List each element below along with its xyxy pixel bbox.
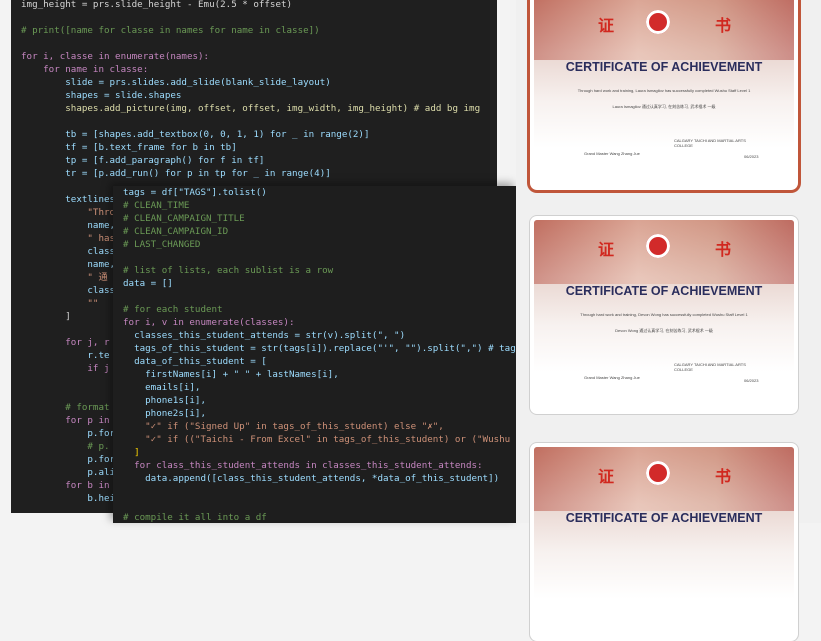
cert-shu: 书 (715, 467, 732, 486)
code-line: b.hei (21, 493, 116, 504)
code-line: tf = [b.text_frame for b in tb] (21, 142, 237, 153)
code-line: # p. (21, 441, 110, 452)
cert-title: CERTIFICATE OF ACHIEVEMENT (565, 60, 763, 74)
cert-line1: Through hard work and training, Devon Wo… (580, 312, 748, 317)
cert-zheng: 证 (598, 16, 615, 35)
code-line: data.append([class_this_student_attends,… (123, 473, 500, 484)
certificate-background: 证书 CERTIFICATE OF ACHIEVEMENT (534, 447, 794, 637)
code-line: tb = [shapes.add_textbox(0, 0, 1, 1) for… (21, 129, 370, 140)
cert-sig-right: CALGARY TAICHI AND MARTIAL ARTS COLLEGE (674, 138, 746, 148)
code-line: if j (21, 363, 110, 374)
cert-line2: Laura Ismagilov 通过认真学习, 在刻苦练习, 武术棍术 一级 (612, 104, 716, 109)
code-line: name, (21, 259, 116, 270)
code-line: p.ali (21, 467, 116, 478)
code-line: tags = df["TAGS"].tolist() (123, 187, 267, 198)
code-line: # for each student (123, 304, 223, 315)
slide-thumbnail[interactable]: 证书 CERTIFICATE OF ACHIEVEMENT (530, 443, 798, 641)
code-line: for class_this_student_attends in classe… (123, 460, 483, 471)
code-line: emails[i], (123, 382, 201, 393)
cert-line2: Devon Wong 通过认真学习, 在刻苦练习, 武术棍术 一级 (615, 328, 713, 333)
certificate-background: 证 书 CERTIFICATE OF ACHIEVEMENT Through hard… (534, 220, 794, 410)
code-line: "" (21, 298, 99, 309)
code-line: " has (21, 233, 116, 244)
code-line: ] (21, 311, 71, 322)
code-line: # format (21, 402, 110, 413)
code-line: "Thro (21, 207, 116, 218)
code-line: # LAST_CHANGED (123, 239, 201, 250)
cert-sig-left: Grand Master Wang Zhang Jue (584, 375, 640, 380)
code-line: class (21, 246, 116, 257)
code-line: for i, v in enumerate(classes): (123, 317, 295, 328)
code-line: shapes.add_picture(img, offset, offset, … (21, 103, 481, 114)
certificate-background: 证 书 CERTIFICATE OF ACHIEVEMENT Through hard… (534, 0, 794, 186)
code-line: "✓" if ("Signed Up" in tags_of_this_stud… (123, 421, 444, 432)
code-line: for i, classe in enumerate(names): (21, 51, 210, 62)
seal-icon (646, 461, 670, 485)
code-line: for name in classe: (21, 64, 149, 75)
cert-sig-left: Grand Master Wang Zhang Jue (584, 151, 640, 156)
code-line: ] (123, 447, 140, 458)
code-line: # CLEAN_TIME (123, 200, 190, 211)
cert-zheng: 证 (598, 240, 615, 259)
code-line: data_of_this_student = [ (123, 356, 267, 367)
cert-zheng: 证 (598, 467, 615, 486)
code-line: " 通 (21, 272, 108, 283)
code-line: r.te (21, 350, 110, 361)
cert-date: 06/2023 (744, 154, 759, 159)
slide-thumbnail[interactable]: 证 书 CERTIFICATE OF ACHIEVEMENT Through hard… (530, 0, 798, 190)
code-line: tp = [f.add_paragraph() for f in tf] (21, 155, 265, 166)
code-line: for j, r (21, 337, 110, 348)
cert-date: 06/2023 (744, 378, 759, 383)
cert-sig-right: CALGARY TAICHI AND MARTIAL ARTS COLLEGE (674, 362, 746, 372)
code-line: class (21, 285, 116, 296)
code-line: tags_of_this_student = str(tags[i]).repl… (123, 343, 516, 354)
code-line: "✓" if (("Taichi - From Excel" in tags_o… (123, 434, 516, 445)
code-line: phone1s[i], (123, 395, 206, 406)
code-line: p.for (21, 454, 116, 465)
code-line: for p in (21, 415, 110, 426)
cert-shu: 书 (715, 16, 732, 35)
code-line: firstNames[i] + " " + lastNames[i], (123, 369, 339, 380)
code-line: slide = prs.slides.add_slide(blank_slide… (21, 77, 331, 88)
code-editor-front[interactable]: tags = df["TAGS"].tolist() # CLEAN_TIME # … (113, 186, 516, 523)
code-line: tr = [p.add_run() for p in tp for _ in r… (21, 168, 331, 179)
code-line: # CLEAN_CAMPAIGN_TITLE (123, 213, 245, 224)
code-line: shapes = slide.shapes (21, 90, 182, 101)
code-line: classes_this_student_attends = str(v).sp… (123, 330, 406, 341)
code-line: # list of lists, each sublist is a row (123, 265, 334, 276)
seal-icon (646, 234, 670, 258)
code-line: for b in (21, 480, 110, 491)
code-line: data = [] (123, 278, 173, 289)
code-line: phone2s[i], (123, 408, 206, 419)
seal-icon (646, 10, 670, 34)
code-line: name, (21, 220, 116, 231)
code-line: # CLEAN_CAMPAIGN_ID (123, 226, 229, 237)
code-line: textlines (21, 194, 116, 205)
cert-line1: Through hard work and training, Laura Is… (577, 88, 751, 93)
slide-thumbnail[interactable]: 证 书 CERTIFICATE OF ACHIEVEMENT Through hard… (530, 216, 798, 414)
cert-shu: 书 (715, 240, 732, 259)
slide-thumbnail-panel: 证书 CERTIFICATE OF ACHIEVEMENT Through hard… (516, 0, 821, 641)
cert-title: CERTIFICATE OF ACHIEVEMENT (565, 284, 763, 298)
code-line: # print([name for classe in names for na… (21, 25, 320, 36)
code-line: p.for (21, 428, 116, 439)
code-line: img_height = prs.slide_height - Emu(2.5 … (21, 0, 293, 10)
code-line: # compile it all into a df (123, 512, 267, 523)
